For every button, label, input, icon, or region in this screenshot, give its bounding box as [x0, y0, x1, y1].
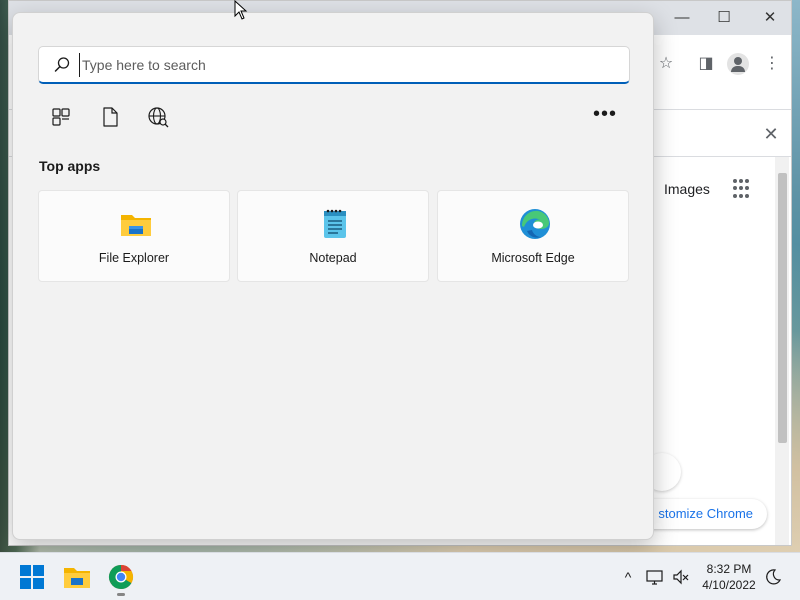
- app-tile-file-explorer[interactable]: File Explorer: [38, 190, 230, 282]
- focus-assist-moon-icon[interactable]: [763, 567, 783, 587]
- file-explorer-icon: [121, 215, 151, 236]
- chrome-menu-icon[interactable]: ⋮: [759, 51, 785, 77]
- google-apps-icon[interactable]: [733, 179, 753, 199]
- volume-muted-icon[interactable]: [671, 567, 691, 587]
- clock[interactable]: 8:32 PM 4/10/2022: [694, 561, 764, 593]
- network-icon[interactable]: [645, 567, 665, 587]
- profile-icon[interactable]: [725, 51, 751, 77]
- minimize-button[interactable]: —: [659, 5, 705, 31]
- notepad-icon: [324, 209, 346, 238]
- bookmark-star-icon[interactable]: ☆: [653, 51, 679, 77]
- top-apps-heading: Top apps: [39, 158, 101, 174]
- taskbar: ^ 8:32 PM 4/10/2022: [0, 552, 800, 600]
- edge-icon: [520, 209, 550, 239]
- web-filter-icon[interactable]: [146, 105, 170, 129]
- chrome-icon: [108, 565, 134, 590]
- app-tile-microsoft-edge[interactable]: Microsoft Edge: [437, 190, 629, 282]
- taskbar-file-explorer-icon[interactable]: [59, 559, 95, 595]
- scrollbar-thumb[interactable]: [778, 173, 787, 443]
- running-indicator: [117, 593, 125, 596]
- maximize-button[interactable]: ☐: [701, 5, 747, 31]
- search-icon: [54, 57, 70, 72]
- close-window-button[interactable]: ✕: [747, 5, 793, 31]
- infobar-close-icon[interactable]: ✕: [759, 122, 783, 146]
- clock-time: 8:32 PM: [706, 562, 752, 576]
- app-label: File Explorer: [98, 251, 170, 265]
- mouse-cursor-icon: [234, 0, 248, 20]
- documents-filter-icon[interactable]: [98, 105, 122, 129]
- clock-date: 4/10/2022: [702, 578, 756, 592]
- apps-filter-icon[interactable]: [49, 105, 73, 129]
- windows-start-icon[interactable]: [14, 559, 50, 595]
- show-hidden-icons-chevron[interactable]: ^: [618, 567, 638, 587]
- images-link[interactable]: Images: [664, 181, 710, 197]
- taskbar-chrome-button[interactable]: [103, 559, 139, 596]
- more-options-button[interactable]: •••: [591, 104, 619, 129]
- search-panel: ••• Top apps File Explorer Notepad: [12, 12, 654, 540]
- app-label: Microsoft Edge: [491, 251, 575, 265]
- search-input[interactable]: [79, 53, 619, 77]
- app-label: Notepad: [309, 251, 357, 265]
- app-tile-notepad[interactable]: Notepad: [237, 190, 429, 282]
- search-box[interactable]: [38, 46, 630, 84]
- side-panel-icon[interactable]: ◨: [693, 51, 719, 77]
